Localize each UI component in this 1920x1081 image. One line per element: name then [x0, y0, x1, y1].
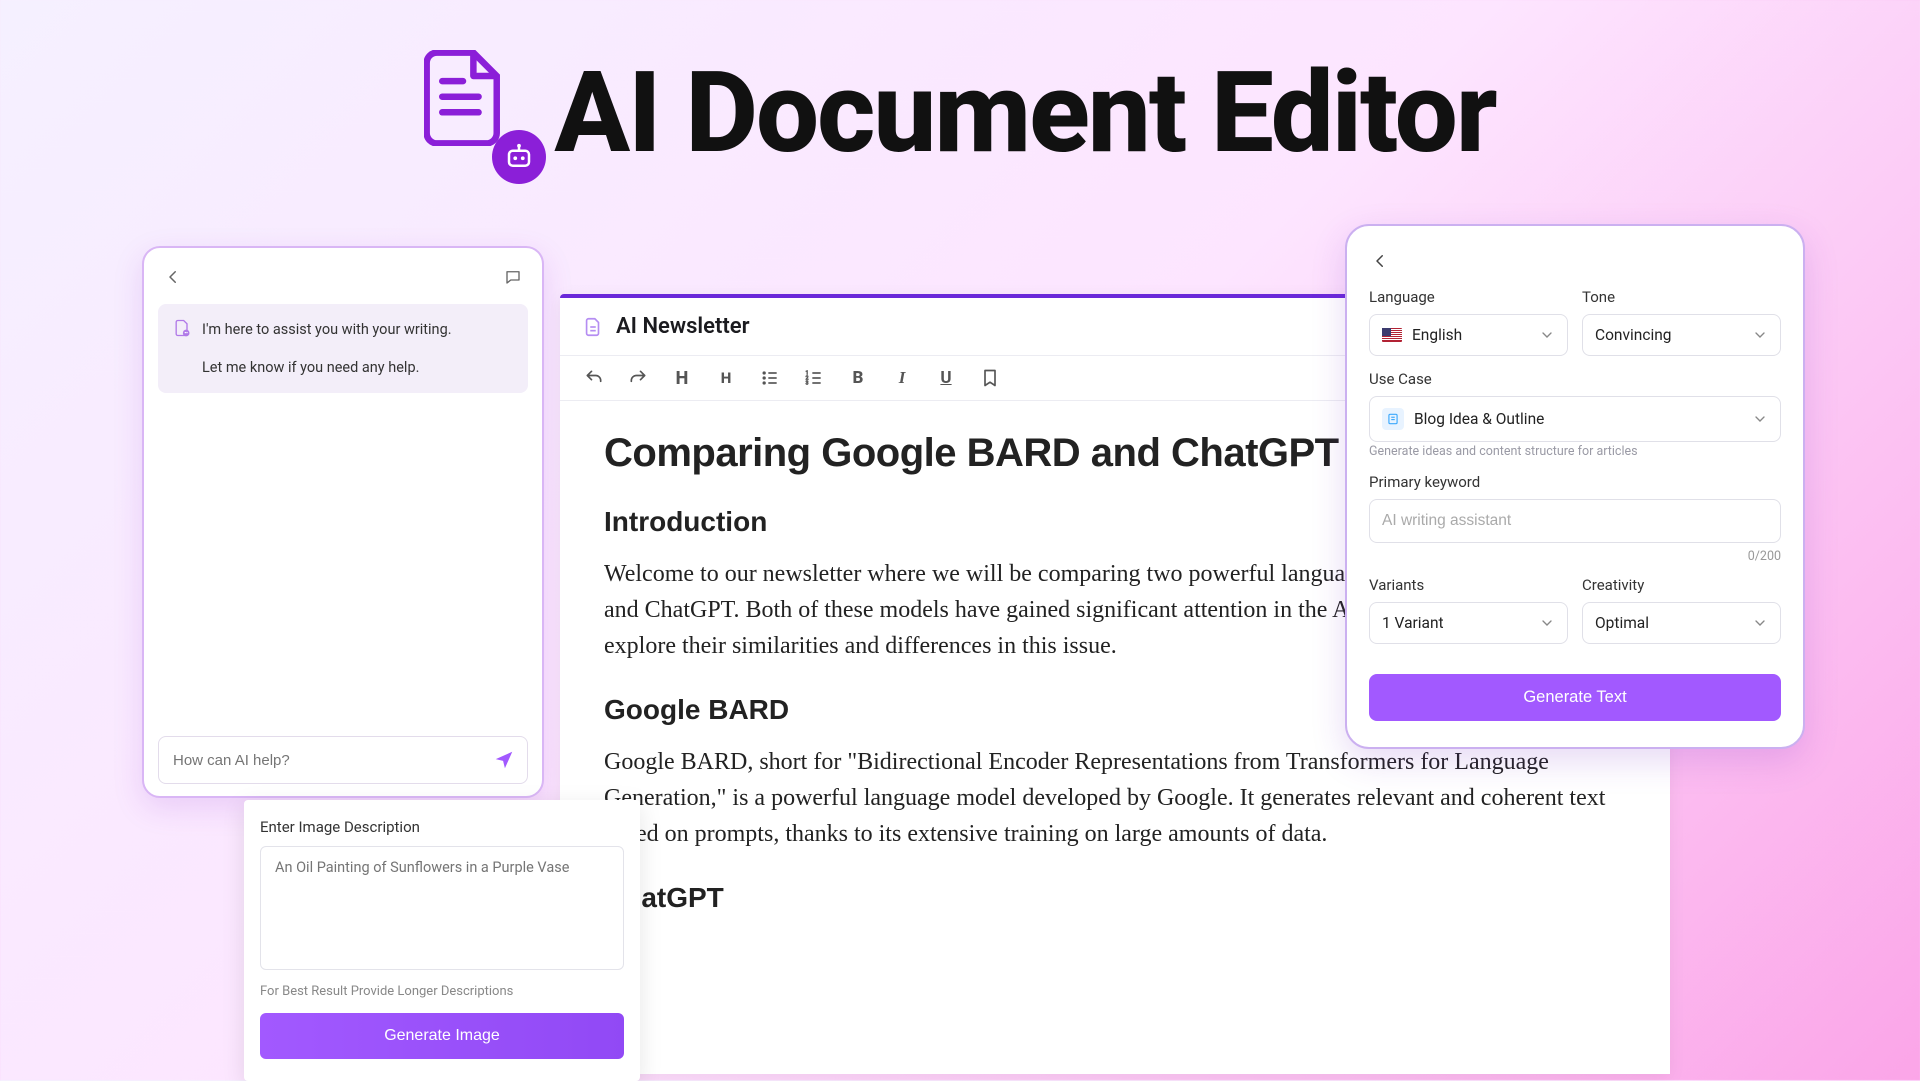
assistant-message: I'm here to assist you with your writing… — [158, 304, 528, 393]
variants-select[interactable]: 1 Variant — [1369, 602, 1568, 644]
hero: AI Document Editor — [0, 0, 1920, 179]
file-icon — [582, 316, 604, 338]
generate-text-button[interactable]: Generate Text — [1369, 674, 1781, 721]
creativity-label: Creativity — [1582, 576, 1781, 594]
variants-value: 1 Variant — [1382, 614, 1444, 632]
chat-input[interactable] — [173, 752, 483, 769]
chevron-down-icon — [1539, 615, 1555, 631]
tone-select[interactable]: Convincing — [1582, 314, 1781, 356]
chevron-down-icon — [1539, 327, 1555, 343]
underline-button[interactable]: U — [934, 366, 958, 390]
language-label: Language — [1369, 288, 1568, 306]
image-description-label: Enter Image Description — [260, 818, 624, 836]
language-select[interactable]: English — [1369, 314, 1568, 356]
document-icon — [424, 50, 502, 146]
image-description-input[interactable] — [260, 846, 624, 970]
usecase-value: Blog Idea & Outline — [1414, 410, 1544, 428]
settings-panel: Language English Tone Convincing Use Cas… — [1345, 224, 1805, 749]
send-icon[interactable] — [491, 747, 517, 773]
redo-icon[interactable] — [626, 366, 650, 390]
svg-text:3: 3 — [806, 381, 809, 387]
creativity-select[interactable]: Optimal — [1582, 602, 1781, 644]
document-title: AI Newsletter — [616, 314, 750, 339]
language-value: English — [1412, 326, 1462, 344]
heading1-button[interactable]: H — [670, 366, 694, 390]
chevron-down-icon — [1752, 327, 1768, 343]
numbered-list-icon[interactable]: 123 — [802, 366, 826, 390]
chevron-down-icon — [1752, 411, 1768, 427]
hero-logo — [424, 50, 526, 178]
bookmark-icon[interactable] — [978, 366, 1002, 390]
back-arrow-icon[interactable] — [162, 266, 184, 288]
chat-bubble-icon[interactable] — [502, 266, 524, 288]
usecase-select[interactable]: Blog Idea & Outline — [1369, 396, 1781, 442]
usecase-label: Use Case — [1369, 370, 1781, 388]
keyword-label: Primary keyword — [1369, 473, 1781, 491]
doc-gpt-heading: ChatGPT — [604, 882, 1626, 914]
doc-bard-body: Google BARD, short for "Bidirectional En… — [604, 744, 1626, 852]
hero-title: AI Document Editor — [554, 48, 1495, 179]
creativity-value: Optimal — [1595, 614, 1649, 632]
image-gen-panel: Enter Image Description For Best Result … — [244, 800, 640, 1081]
bold-button[interactable]: B — [846, 366, 870, 390]
usecase-icon — [1382, 408, 1404, 430]
image-description-hint: For Best Result Provide Longer Descripti… — [260, 984, 624, 999]
assistant-line-1: I'm here to assist you with your writing… — [202, 316, 452, 344]
assistant-line-2: Let me know if you need any help. — [202, 354, 452, 382]
flag-icon — [1382, 328, 1402, 342]
tone-value: Convincing — [1595, 326, 1671, 344]
chevron-down-icon — [1752, 615, 1768, 631]
generate-image-button[interactable]: Generate Image — [260, 1013, 624, 1059]
chat-input-row — [158, 736, 528, 784]
back-arrow-icon[interactable] — [1369, 250, 1391, 272]
italic-button[interactable]: I — [890, 366, 914, 390]
undo-icon[interactable] — [582, 366, 606, 390]
usecase-helper: Generate ideas and content structure for… — [1369, 444, 1781, 459]
bullet-list-icon[interactable] — [758, 366, 782, 390]
heading2-button[interactable]: H — [714, 366, 738, 390]
keyword-counter: 0/200 — [1369, 549, 1781, 564]
assistant-avatar-icon — [172, 318, 192, 338]
robot-icon — [492, 130, 546, 184]
tone-label: Tone — [1582, 288, 1781, 306]
chat-panel: I'm here to assist you with your writing… — [142, 246, 544, 798]
variants-label: Variants — [1369, 576, 1568, 594]
keyword-input[interactable] — [1369, 499, 1781, 543]
